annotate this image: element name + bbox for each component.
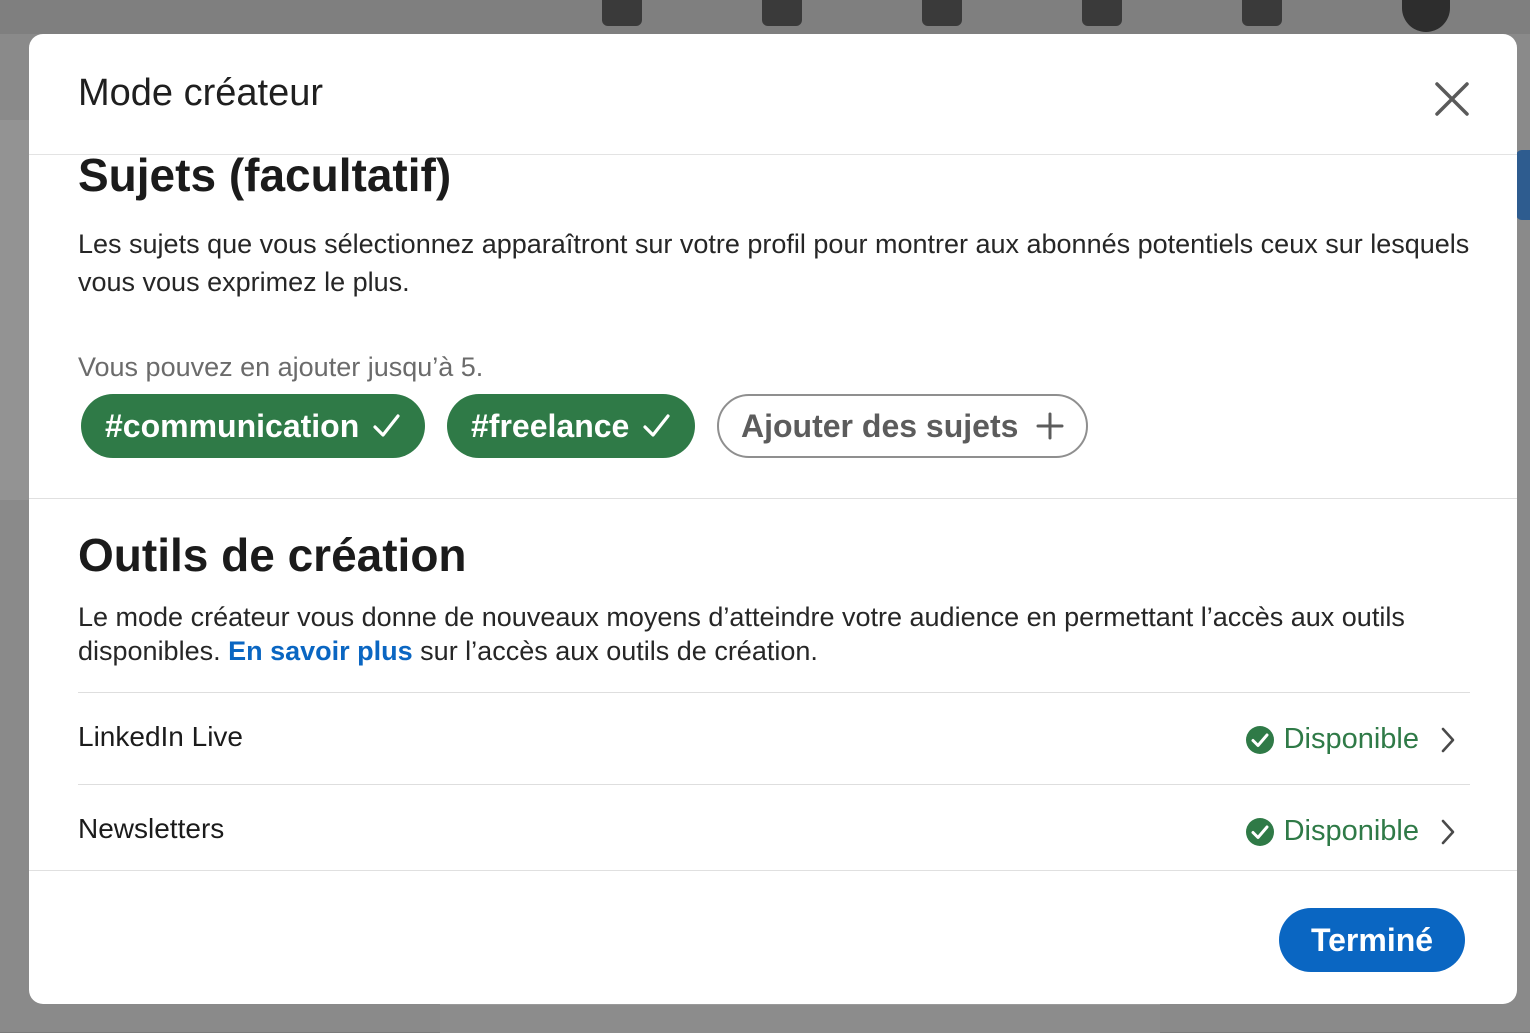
add-topics-button[interactable]: Ajouter des sujets xyxy=(717,394,1089,458)
tool-row-newsletters[interactable]: Newsletters Disponible xyxy=(29,785,1517,875)
topic-pill-freelance[interactable]: #freelance xyxy=(447,394,696,458)
chevron-right-icon xyxy=(1441,819,1455,844)
tool-status[interactable]: Disponible xyxy=(1245,815,1459,848)
modal-header: Mode créateur xyxy=(29,34,1517,155)
learn-more-link[interactable]: En savoir plus xyxy=(228,636,413,666)
home-icon xyxy=(602,0,642,26)
tool-name: Newsletters xyxy=(78,813,225,844)
creator-mode-modal: Mode créateur Sujets (facultatif) Les su… xyxy=(29,34,1517,1004)
network-icon xyxy=(762,0,802,26)
close-button[interactable] xyxy=(1427,74,1477,124)
tools-description: Le mode créateur vous donne de nouveaux … xyxy=(78,600,1478,668)
tool-status[interactable]: Disponible xyxy=(1245,723,1459,756)
tool-row-linkedin-live[interactable]: LinkedIn Live Disponible xyxy=(29,693,1517,783)
chevron-right-icon xyxy=(1441,727,1455,752)
tools-description-text-end: sur l’accès aux outils de création. xyxy=(412,636,818,666)
modal-title: Mode créateur xyxy=(78,72,324,114)
background-side-button xyxy=(1516,150,1530,220)
topic-pill-label: #communication xyxy=(105,407,360,444)
done-button[interactable]: Terminé xyxy=(1279,908,1465,972)
status-text: Disponible xyxy=(1283,723,1419,755)
status-text: Disponible xyxy=(1283,815,1419,847)
notifications-icon xyxy=(1242,0,1282,26)
tools-heading: Outils de création xyxy=(78,529,467,581)
jobs-icon xyxy=(922,0,962,26)
topics-heading: Sujets (facultatif) xyxy=(78,149,452,201)
topic-pill-communication[interactable]: #communication xyxy=(81,394,426,458)
plus-icon xyxy=(1036,412,1064,440)
add-topics-label: Ajouter des sujets xyxy=(741,407,1019,444)
background-profile-card xyxy=(0,120,30,500)
tool-name: LinkedIn Live xyxy=(78,721,244,752)
checkmark-icon xyxy=(643,414,670,437)
check-circle-icon xyxy=(1245,817,1274,846)
topic-pill-label: #freelance xyxy=(471,407,630,444)
background-feed-card xyxy=(440,1004,1160,1033)
section-divider xyxy=(29,498,1517,499)
close-icon xyxy=(1435,82,1469,116)
topics-limit-hint: Vous pouvez en ajouter jusqu’à 5. xyxy=(78,352,484,382)
topics-description: Les sujets que vous sélectionnez apparaî… xyxy=(78,229,1470,297)
checkmark-icon xyxy=(373,414,400,437)
footer-divider xyxy=(29,870,1517,871)
messaging-icon xyxy=(1082,0,1122,26)
check-circle-icon xyxy=(1245,725,1274,754)
